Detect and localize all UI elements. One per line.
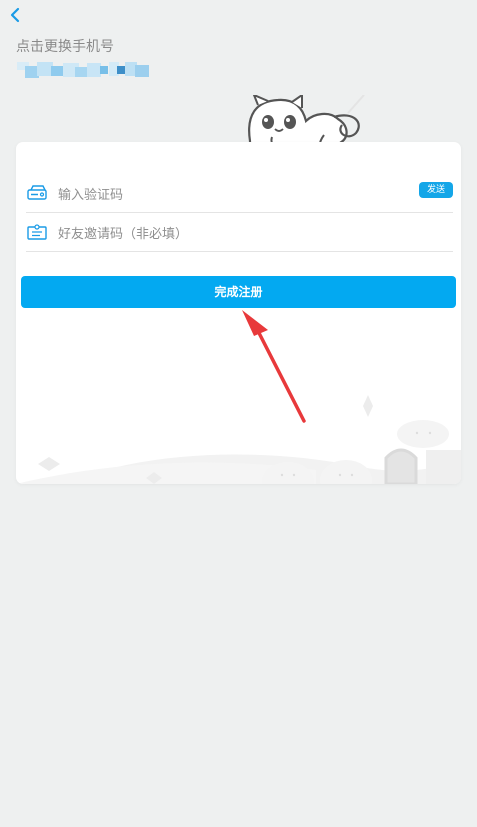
chevron-left-icon (10, 7, 20, 23)
red-arrow-annotation (242, 310, 306, 423)
verification-code-input[interactable]: 输入验证码 (58, 184, 123, 203)
send-code-button[interactable]: 发送 (418, 182, 453, 198)
verification-code-icon (27, 185, 47, 200)
change-phone-link[interactable]: 点击更换手机号 (16, 36, 114, 56)
complete-registration-button[interactable]: 完成注册 (21, 276, 456, 308)
invite-code-row: 好友邀请码（非必填） (26, 213, 453, 252)
invite-code-input[interactable]: 好友邀请码（非必填） (58, 223, 188, 242)
masked-phone-number (17, 60, 149, 80)
verification-code-row: 输入验证码 发送 (26, 174, 453, 213)
back-button[interactable] (6, 5, 26, 25)
invite-card-icon (27, 224, 47, 240)
